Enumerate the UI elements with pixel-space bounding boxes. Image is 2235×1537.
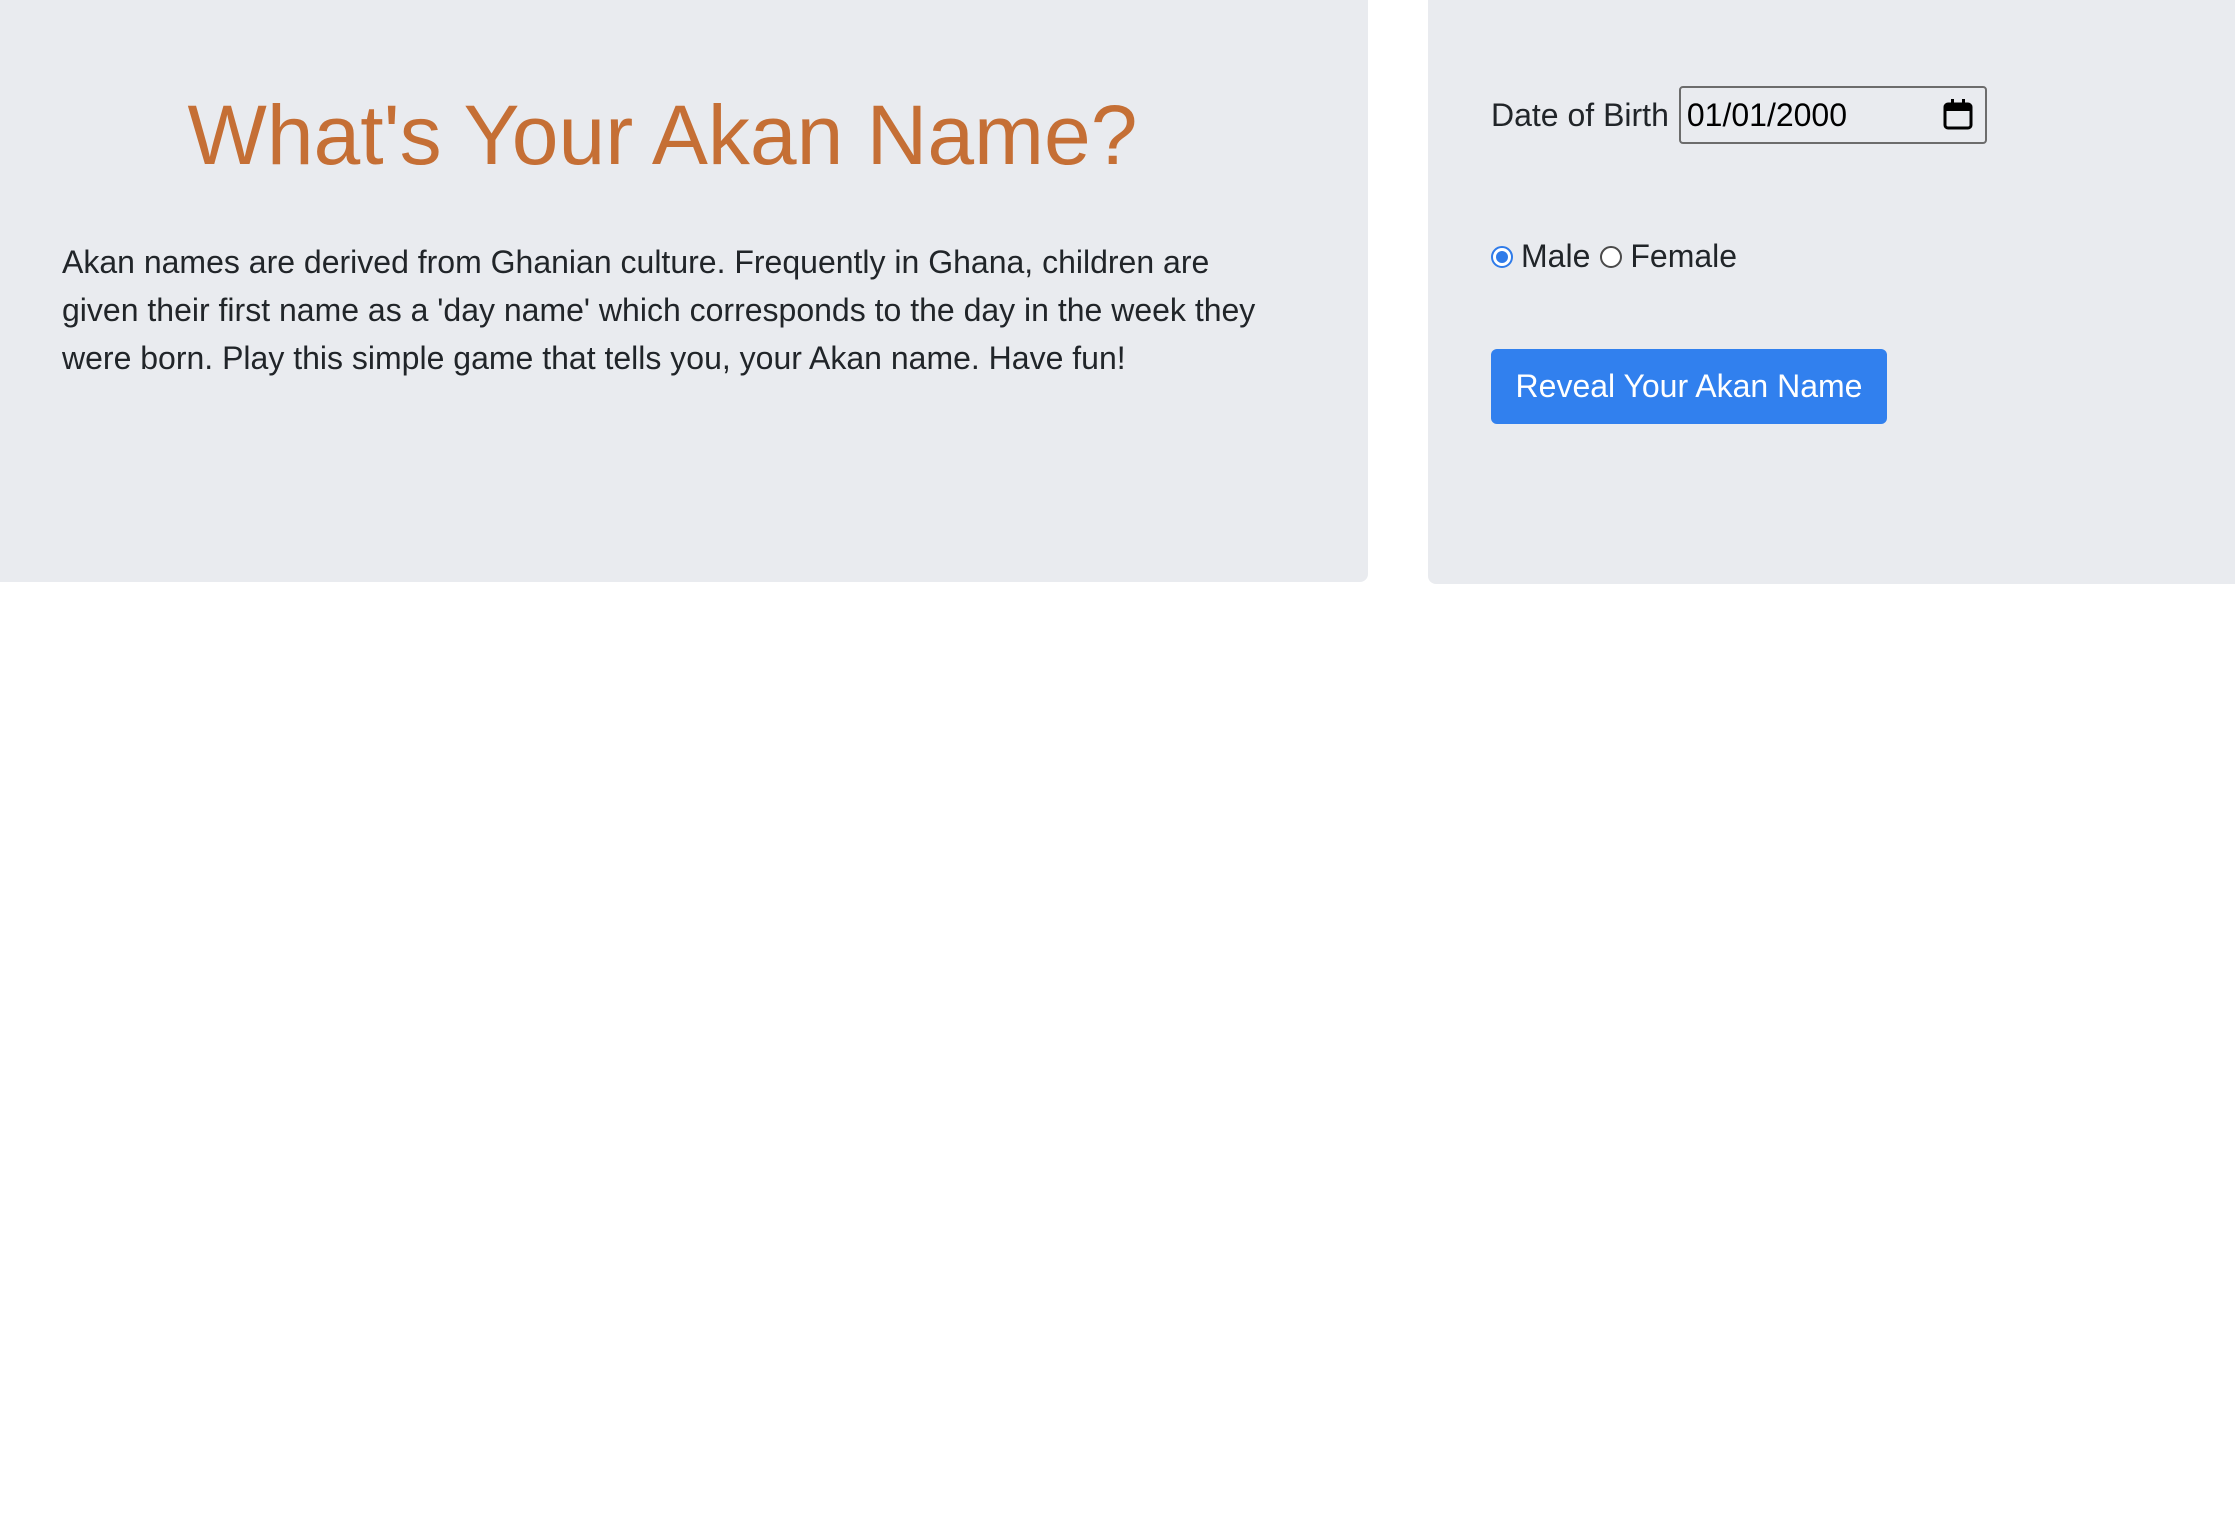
intro-description: Akan names are derived from Ghanian cult… [62,244,1256,376]
gender-male-radio[interactable] [1491,245,1513,268]
dob-value: 01/01/2000 [1686,96,1848,133]
dob-label: Date of Birth [1491,96,1669,133]
gender-radio-group: Male Female [1491,238,1747,275]
page-title: What's Your Akan Name? [187,88,1138,182]
reveal-name-button[interactable]: Reveal Your Akan Name [1491,349,1887,424]
dob-input[interactable]: 01/01/2000 [1678,86,1987,144]
dob-row: Date of Birth 01/01/2000 [1491,86,1987,144]
intro-panel: What's Your Akan Name? Akan names are de… [0,0,1368,582]
form-panel: Date of Birth 01/01/2000 Male Female Rev… [1428,0,2235,584]
gender-female-label[interactable]: Female [1630,238,1737,275]
gender-male-label[interactable]: Male [1521,238,1590,275]
gender-female-radio[interactable] [1600,245,1623,268]
calendar-icon[interactable] [1943,98,1973,130]
